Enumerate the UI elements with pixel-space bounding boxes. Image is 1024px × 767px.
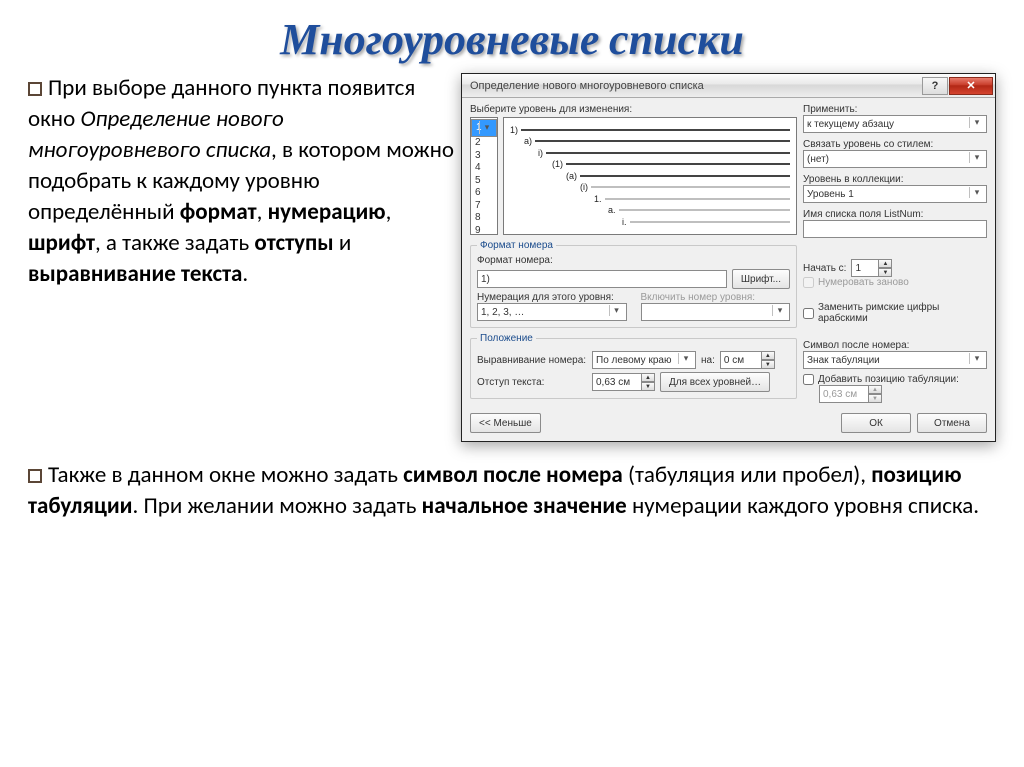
chevron-up-icon[interactable]: ▲ — [878, 259, 892, 268]
list-preview: 1) a) i) (1) (a) (i) 1. a. i. — [503, 117, 797, 235]
dialog-titlebar[interactable]: Определение нового многоуровневого списк… — [462, 74, 995, 98]
addtab-spinner: 0,63 см ▲▼ — [819, 385, 987, 403]
level-item[interactable]: 8 — [471, 212, 497, 225]
chevron-down-icon: ▼ — [868, 394, 882, 403]
chevron-down-icon[interactable]: ▼ — [878, 268, 892, 277]
position-group: Положение Выравнивание номера: По левому… — [470, 333, 797, 399]
bullet-icon — [28, 82, 42, 96]
paragraph-1: При выборе данного пункта появится окно … — [28, 73, 457, 442]
level-item[interactable]: 2 — [471, 137, 497, 150]
addtab-checkbox[interactable]: Добавить позицию табуляции: — [803, 374, 987, 385]
apply-label: Применить: — [803, 104, 987, 115]
level-item[interactable]: 7 — [471, 200, 497, 213]
collection-label: Уровень в коллекции: — [803, 174, 987, 185]
format-label: Формат номера: — [477, 255, 790, 266]
symbol-label: Символ после номера: — [803, 340, 987, 351]
apply-select[interactable]: к текущему абзацу — [803, 115, 987, 133]
level-item[interactable]: 9 — [471, 225, 497, 236]
at-label: на: — [701, 355, 715, 366]
chevron-down-icon[interactable]: ▼ — [761, 360, 775, 369]
level-item[interactable]: 5 — [471, 175, 497, 188]
start-label: Начать с: — [803, 263, 846, 274]
indent-spinner[interactable]: 0,63 см ▲▼ — [592, 373, 655, 391]
page-title: Многоуровневые списки — [0, 0, 1024, 73]
select-level-label: Выберите уровень для изменения: — [470, 104, 797, 115]
level-listbox[interactable]: 1 2 3 4 5 6 7 8 9 — [470, 117, 498, 235]
level-item[interactable]: 3 — [471, 150, 497, 163]
symbol-select[interactable]: Знак табуляции — [803, 351, 987, 369]
help-button[interactable]: ? — [922, 77, 948, 95]
chevron-down-icon[interactable]: ▼ — [641, 382, 655, 391]
align-select[interactable]: По левому краю — [592, 351, 696, 369]
dialog-title: Определение нового многоуровневого списк… — [470, 80, 921, 92]
indent-label: Отступ текста: — [477, 377, 587, 388]
less-button[interactable]: << Меньше — [470, 413, 541, 433]
chevron-up-icon: ▲ — [868, 385, 882, 394]
link-style-select[interactable]: (нет) — [803, 150, 987, 168]
numbering-select[interactable]: 1, 2, 3, … — [477, 303, 627, 321]
start-spinner[interactable]: 1 ▲▼ — [851, 259, 892, 277]
collection-select[interactable]: Уровень 1 — [803, 185, 987, 203]
level-item[interactable]: 1 — [471, 119, 497, 137]
ok-button[interactable]: ОК — [841, 413, 911, 433]
level-item[interactable]: 4 — [471, 162, 497, 175]
include-level-label: Включить номер уровня: — [641, 292, 791, 303]
include-level-select — [641, 303, 791, 321]
bullet-icon — [28, 469, 42, 483]
define-multilevel-list-dialog: Определение нового многоуровневого списк… — [461, 73, 996, 442]
restart-checkbox: Нумеровать заново — [803, 277, 987, 288]
chevron-up-icon[interactable]: ▲ — [641, 373, 655, 382]
align-label: Выравнивание номера: — [477, 355, 587, 366]
all-levels-button[interactable]: Для всех уровней… — [660, 372, 770, 392]
paragraph-2: Также в данном окне можно задать символ … — [0, 442, 1024, 522]
number-format-group: Формат номера Формат номера: 1) Шрифт...… — [470, 240, 797, 328]
close-button[interactable]: ✕ — [949, 77, 993, 95]
number-format-input[interactable]: 1) — [477, 270, 727, 288]
roman-checkbox[interactable]: Заменить римские цифры арабскими — [803, 302, 987, 324]
font-button[interactable]: Шрифт... — [732, 269, 790, 289]
link-style-label: Связать уровень со стилем: — [803, 139, 987, 150]
at-spinner[interactable]: 0 см ▲▼ — [720, 351, 775, 369]
cancel-button[interactable]: Отмена — [917, 413, 987, 433]
numbering-label: Нумерация для этого уровня: — [477, 292, 627, 303]
listnum-input[interactable] — [803, 220, 987, 238]
listnum-label: Имя списка поля ListNum: — [803, 209, 987, 220]
chevron-up-icon[interactable]: ▲ — [761, 351, 775, 360]
level-item[interactable]: 6 — [471, 187, 497, 200]
